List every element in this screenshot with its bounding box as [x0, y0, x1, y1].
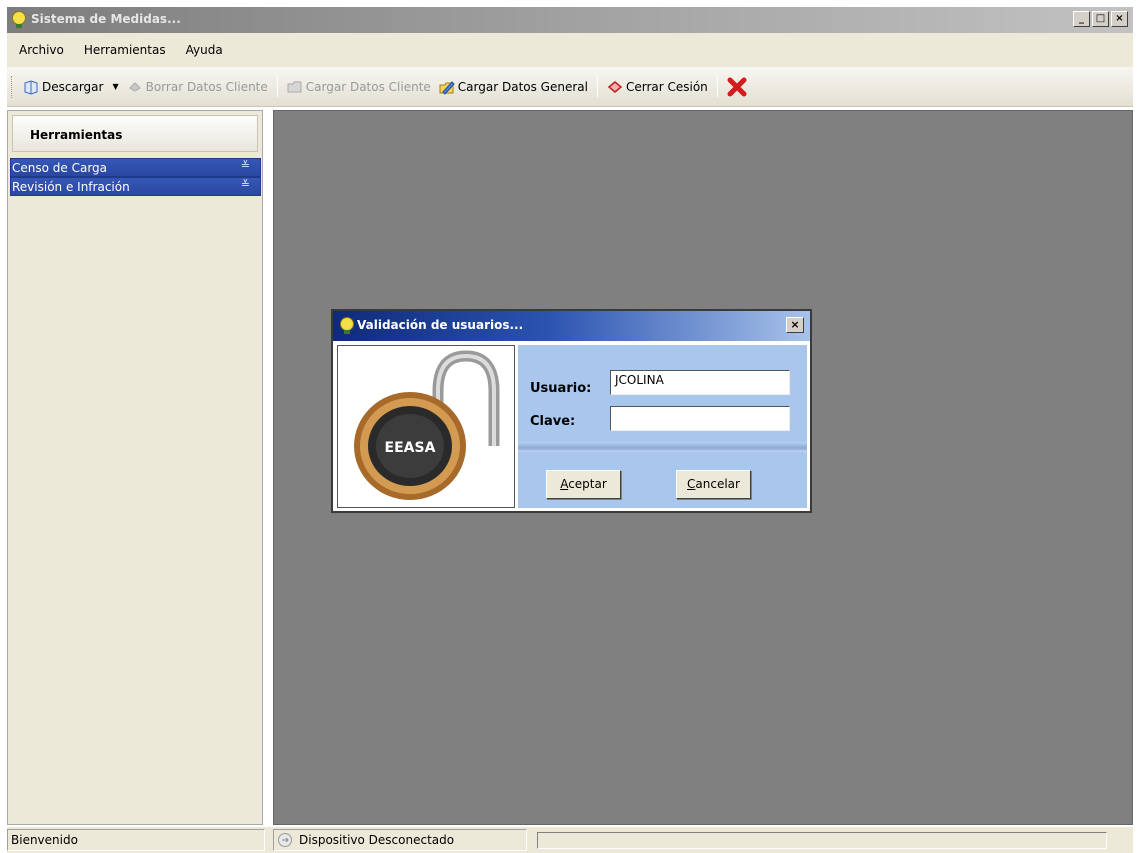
logout-icon: [607, 80, 623, 93]
load-general-data-label: Cargar Datos General: [457, 79, 588, 94]
dropdown-arrow-icon[interactable]: ▼: [112, 82, 118, 91]
sidebar-item-label: Censo de Carga: [12, 161, 108, 175]
sidebar: Herramientas Censo de Carga ≚ Revisión e…: [7, 110, 263, 825]
chevron-down-icon: ≚: [240, 159, 250, 172]
sidebar-item-label: Revisión e Infración: [12, 180, 130, 194]
folder-icon: [287, 81, 302, 92]
username-field[interactable]: JCOLINA: [610, 370, 790, 395]
dialog-close-button[interactable]: ×: [786, 317, 804, 333]
password-field[interactable]: [610, 406, 790, 431]
toolbar-separator: [276, 76, 278, 97]
password-label: Clave:: [530, 414, 576, 429]
load-client-data-label: Cargar Datos Cliente: [305, 79, 431, 94]
window-title: Sistema de Medidas...: [31, 12, 181, 26]
exit-button[interactable]: [723, 77, 751, 97]
load-client-data-button[interactable]: Cargar Datos Cliente: [283, 79, 435, 95]
status-welcome: Bienvenido: [7, 829, 265, 851]
clear-client-data-button[interactable]: Borrar Datos Cliente: [123, 79, 272, 95]
cancel-label: ancelar: [695, 477, 740, 491]
lightbulb-icon: [340, 317, 354, 334]
dialog-title-bar[interactable]: Validación de usuarios... ×: [333, 311, 810, 341]
menu-herramientas[interactable]: Herramientas: [74, 43, 176, 57]
login-dialog: Validación de usuarios... × EEASA Usuari…: [331, 309, 812, 513]
cancel-button[interactable]: Cancelar: [676, 470, 751, 499]
window-title-bar[interactable]: Sistema de Medidas... _ □ ×: [7, 7, 1133, 33]
dialog-title: Validación de usuarios...: [357, 318, 524, 332]
username-label: Usuario:: [530, 381, 592, 396]
logout-label: Cerrar Cesión: [625, 79, 708, 94]
lightbulb-icon: [12, 11, 26, 28]
status-bar: Bienvenido Dispositivo Desconectado: [7, 827, 1133, 853]
device-status-icon: [278, 833, 292, 847]
sidebar-header: Herramientas: [12, 115, 258, 152]
logout-button[interactable]: Cerrar Cesión: [603, 79, 712, 95]
lock-brand-text: EEASA: [385, 440, 436, 456]
close-button[interactable]: ×: [1111, 11, 1128, 27]
red-x-icon: [727, 77, 747, 96]
status-device-panel: Dispositivo Desconectado: [273, 829, 527, 851]
padlock-image: EEASA: [337, 345, 515, 508]
menu-ayuda[interactable]: Ayuda: [176, 43, 233, 57]
accept-button[interactable]: Aceptar: [546, 470, 621, 499]
toolbar-grip[interactable]: [11, 75, 15, 98]
dialog-divider: [518, 442, 807, 452]
padlock-icon: EEASA: [354, 350, 500, 500]
minimize-button[interactable]: _: [1073, 11, 1090, 27]
sidebar-item-revision-e-infracion[interactable]: Revisión e Infración ≚: [10, 177, 261, 196]
toolbar-separator: [716, 76, 718, 97]
download-icon: [24, 79, 38, 95]
chevron-down-icon: ≚: [240, 178, 250, 191]
menu-archivo[interactable]: Archivo: [7, 43, 74, 57]
accept-label: ceptar: [568, 477, 607, 491]
pencil-folder-icon: [439, 80, 455, 95]
sidebar-item-censo-de-carga[interactable]: Censo de Carga ≚: [10, 158, 261, 177]
toolbar-separator: [596, 76, 598, 97]
device-status-text: Dispositivo Desconectado: [299, 833, 455, 847]
clear-client-data-label: Borrar Datos Cliente: [145, 79, 268, 94]
load-general-data-button[interactable]: Cargar Datos General: [435, 79, 592, 95]
menu-bar: Archivo Herramientas Ayuda: [7, 33, 1133, 67]
accept-mnemonic: A: [560, 477, 569, 491]
login-form: Usuario: JCOLINA Clave: Aceptar Cancelar: [518, 345, 807, 508]
toolbar: Descargar ▼ Borrar Datos Cliente Cargar …: [7, 67, 1133, 107]
eraser-icon: [128, 81, 141, 92]
download-label: Descargar: [42, 79, 104, 94]
download-button[interactable]: Descargar ▼: [19, 79, 123, 95]
maximize-button[interactable]: □: [1092, 11, 1109, 27]
status-progress-bar: [537, 832, 1107, 849]
